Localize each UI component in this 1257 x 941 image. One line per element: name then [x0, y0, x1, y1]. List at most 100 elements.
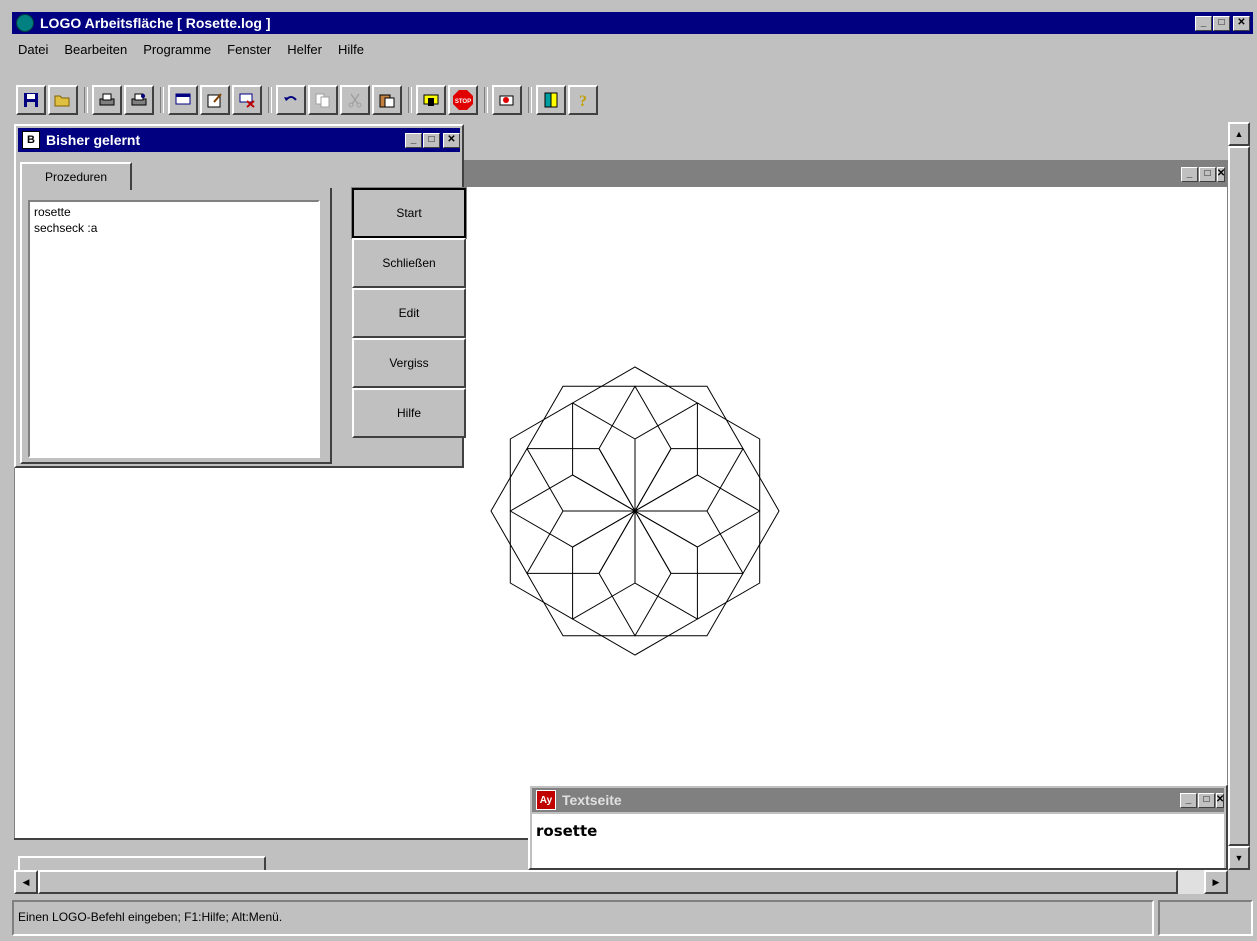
delete-procedure-icon: [239, 93, 255, 108]
edit-procedure-icon: [207, 93, 222, 108]
logo-app-icon: [16, 14, 34, 32]
scroll-thumb-vertical[interactable]: [1228, 146, 1250, 846]
scroll-right-button[interactable]: ▶: [1204, 870, 1228, 894]
learned-window: B Bisher gelernt _ □ ✕ Prozeduren rosett…: [14, 124, 467, 468]
tab-prozeduren-label: Prozeduren: [44, 170, 108, 184]
stop-label: STOP: [455, 99, 471, 105]
menu-fenster[interactable]: Fenster: [227, 42, 271, 57]
vertical-scrollbar[interactable]: ▲ ▼: [1228, 122, 1250, 870]
schliessen-button[interactable]: Schließen: [352, 238, 466, 288]
edit-button[interactable]: Edit: [352, 288, 466, 338]
print-preview-button[interactable]: [124, 85, 154, 115]
svg-text:?: ?: [579, 93, 587, 109]
text-maximize-button[interactable]: □: [1198, 792, 1215, 808]
learned-minimize-button[interactable]: _: [405, 132, 422, 148]
paste-icon: [379, 94, 395, 108]
text-window-title: Textseite: [562, 792, 622, 808]
menu-bearbeiten[interactable]: Bearbeiten: [64, 42, 127, 57]
cut-button[interactable]: [340, 85, 370, 115]
close-button[interactable]: ✕: [1233, 15, 1250, 31]
learned-maximize-button[interactable]: □: [423, 132, 440, 148]
print-button[interactable]: [92, 85, 122, 115]
learned-close-button[interactable]: ✕: [443, 132, 460, 148]
edit-procedure-button[interactable]: [200, 85, 230, 115]
delete-procedure-button[interactable]: [232, 85, 262, 115]
graphics-maximize-button[interactable]: □: [1199, 166, 1216, 182]
stop-icon: STOP: [453, 90, 473, 110]
graphics-minimize-button[interactable]: _: [1181, 166, 1198, 182]
new-window-icon: [175, 93, 191, 105]
tab-prozeduren[interactable]: Prozeduren: [20, 162, 132, 190]
help-button[interactable]: ?: [568, 85, 598, 115]
menu-hilfe[interactable]: Hilfe: [338, 42, 364, 57]
scroll-up-button[interactable]: ▲: [1228, 122, 1250, 146]
erase-button[interactable]: [492, 85, 522, 115]
cut-icon: [348, 93, 362, 108]
start-button-label: Start: [396, 206, 422, 220]
text-window: Ay Textseite _ □ ✕ rosette: [528, 784, 1228, 870]
learned-window-titlebar[interactable]: B Bisher gelernt _ □ ✕: [18, 128, 460, 152]
erase-icon: [499, 95, 514, 106]
hilfe-button[interactable]: Hilfe: [352, 388, 466, 438]
list-item[interactable]: sechseck :a: [34, 220, 314, 236]
scroll-down-button[interactable]: ▼: [1228, 846, 1250, 870]
minimize-button[interactable]: _: [1195, 15, 1212, 31]
print-preview-icon: [131, 93, 147, 106]
menu-programme[interactable]: Programme: [143, 42, 211, 57]
status-text: Einen LOGO-Befehl eingeben; F1:Hilfe; Al…: [12, 900, 1154, 936]
scroll-thumb-horizontal[interactable]: [38, 870, 1178, 894]
horizontal-scrollbar[interactable]: ◀ ▶: [14, 870, 1228, 894]
start-button[interactable]: Start: [351, 187, 467, 239]
text-close-button[interactable]: ✕: [1216, 792, 1224, 808]
edit-button-label: Edit: [398, 306, 420, 320]
run-button[interactable]: [416, 85, 446, 115]
vergiss-button[interactable]: Vergiss: [352, 338, 466, 388]
save-button[interactable]: [16, 85, 46, 115]
status-panel: [1158, 900, 1253, 936]
scroll-left-button[interactable]: ◀: [14, 870, 38, 894]
toolbar-separator: [528, 87, 532, 113]
open-button[interactable]: [48, 85, 78, 115]
menu-datei[interactable]: Datei: [18, 42, 48, 57]
undo-button[interactable]: [276, 85, 306, 115]
text-window-content[interactable]: rosette: [532, 814, 1224, 868]
statusbar: Einen LOGO-Befehl eingeben; F1:Hilfe; Al…: [12, 900, 1253, 936]
copy-button[interactable]: [308, 85, 338, 115]
learned-window-title: Bisher gelernt: [46, 132, 141, 148]
learned-window-icon: B: [22, 131, 40, 149]
text-content: rosette: [536, 822, 598, 840]
toolbar-separator: [84, 87, 88, 113]
toolbar-separator: [484, 87, 488, 113]
copy-icon: [315, 93, 330, 108]
new-window-button[interactable]: [168, 85, 198, 115]
menu-helfer[interactable]: Helfer: [287, 42, 322, 57]
run-icon: [423, 94, 439, 106]
toolbar: STOP ?: [16, 84, 1248, 116]
status-message: Einen LOGO-Befehl eingeben; F1:Hilfe; Al…: [18, 910, 283, 924]
help-icon: ?: [579, 93, 587, 109]
toolbar-separator: [268, 87, 272, 113]
print-icon: [99, 93, 115, 106]
list-item[interactable]: rosette: [34, 204, 314, 220]
window-button[interactable]: [536, 85, 566, 115]
paste-button[interactable]: [372, 85, 402, 115]
maximize-button[interactable]: □: [1213, 15, 1230, 31]
undo-icon: [284, 96, 297, 101]
scroll-corner: [1228, 870, 1250, 894]
stop-button[interactable]: STOP: [448, 85, 478, 115]
toolbar-separator: [408, 87, 412, 113]
open-folder-icon: [54, 95, 70, 107]
graphics-close-button[interactable]: ✕: [1217, 166, 1225, 182]
text-window-icon: Ay: [536, 790, 556, 810]
rosette-drawing: [490, 366, 780, 656]
toolbar-separator: [160, 87, 164, 113]
text-minimize-button[interactable]: _: [1180, 792, 1197, 808]
app-titlebar[interactable]: LOGO Arbeitsfläche [ Rosette.log ] _ □ ✕: [12, 12, 1253, 34]
procedure-list[interactable]: rosette sechseck :a: [28, 200, 320, 458]
schliessen-button-label: Schließen: [382, 256, 436, 270]
text-window-titlebar[interactable]: Ay Textseite _ □ ✕: [532, 788, 1224, 812]
window-icon: [544, 92, 558, 108]
hilfe-button-label: Hilfe: [396, 406, 421, 420]
menu-bar: Datei Bearbeiten Programme Fenster Helfe…: [18, 38, 1248, 60]
app-title: LOGO Arbeitsfläche [ Rosette.log ]: [40, 15, 271, 31]
